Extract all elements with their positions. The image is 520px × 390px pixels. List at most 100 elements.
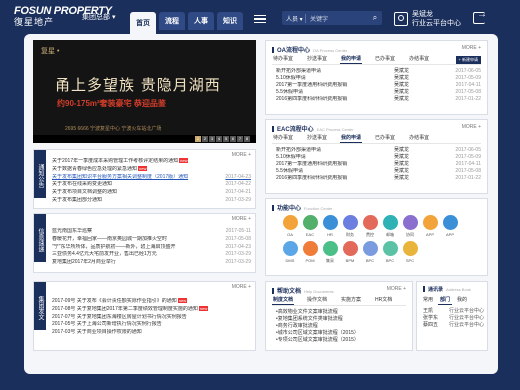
function-item[interactable]: BPC [360,241,380,264]
function-item[interactable]: 邮箱 [380,215,400,238]
function-icon [402,215,418,230]
tab-done[interactable]: 已办事宜 [374,55,396,64]
list-item[interactable]: • 专项公司区域文案审批流程（2015） [276,337,406,344]
list-item[interactable]: 关于发布项目文档调整的通知 2017-04-21 [52,189,251,197]
function-item[interactable]: 协同 [400,215,420,238]
function-item[interactable]: SPC [400,241,420,264]
tab-closed[interactable]: 办结事宜 [408,134,430,143]
table-row[interactable]: 5.5休假申请 吴斌龙 2017-05-08 [276,89,481,96]
function-item[interactable]: 费控 [360,215,380,238]
banner-carousel[interactable]: 复星 • 甬上多望族 贵隐月湖西 约90-175m²奢装豪宅 恭迎品鉴 2695… [33,40,256,143]
contact-item[interactable]: 张学东 行业云平台中心 [423,315,485,322]
search-input[interactable]: 关键字 [306,14,368,23]
main-nav: 首页 流程 人事 知识 [130,12,243,34]
list-item[interactable]: "宁"东华所所体，品质护航初——新外，碧上海启顶盛开 2017-04-23 [52,244,251,252]
list-item[interactable]: • 高效物业文件文案审批流程 [276,309,406,316]
user-avatar-icon [394,12,408,26]
new-request-button[interactable]: + 新建申请 [455,56,481,64]
banner-page-dot[interactable]: 3 [209,136,215,142]
banner-page-dot[interactable]: 2 [202,136,208,142]
list-item[interactable]: 2017-07号 关于复地集团东海楼区房屋计划书行情况实例报告 [52,314,251,322]
list-item[interactable]: 蓝光南国东华巡察 2017-05-11 [52,228,251,236]
tab-cc[interactable]: 抄送事宜 [306,55,328,64]
function-item[interactable]: BPM [340,241,360,264]
list-item[interactable]: 复地集团2017年2月商业举行 2017-03-29 [52,259,251,267]
function-label: BPC [365,258,375,263]
banner-page-dot[interactable]: 5 [223,136,229,142]
list-item[interactable]: 2017-09号 关于发布《会计责任额实际作业指引》的通知 new [52,298,251,306]
tab-mine[interactable]: 我的 [455,295,469,305]
user-info[interactable]: 吴斌龙 行业云平台中心 [394,10,461,28]
function-item[interactable]: APP [440,215,460,238]
list-item[interactable]: 2017-03号 关于商业项目操作权限的通知 [52,329,251,337]
table-row[interactable]: 新开拓外部渠道申请 吴斌龙 2017-06-05 [276,68,481,75]
tab-operation-docs[interactable]: 操作文档 [306,296,328,305]
table-row[interactable]: 5.10休假申请 吴斌龙 2017-05-09 [276,75,481,82]
tab-department[interactable]: 部门 [438,295,453,305]
list-item[interactable]: 关于数据青春绿色应急处理的紧急通知 new [52,165,251,174]
list-item[interactable]: 关于发布集团知识平台服务方案相关调整制度（2017版）通知 2017-04-23 [52,174,251,182]
nav-tab-process[interactable]: 流程 [159,12,185,30]
tab-hr-docs[interactable]: HR文档 [374,296,393,305]
circulars-more-link[interactable]: MORE + [232,284,251,290]
circulars-tab[interactable]: 集团发文 [34,282,46,330]
tab-frequent[interactable]: 常用 [421,295,435,305]
list-item[interactable]: • 城市公司区域文案审批流程（2015） [276,330,406,337]
table-row[interactable]: 2017第一季度通用科研费用报销 吴斌龙 2017-04-11 [276,161,481,168]
hamburger-menu-icon[interactable] [254,15,266,23]
group-selector[interactable]: 集团总部 ▾ [82,12,115,22]
tab-done[interactable]: 已办事宜 [374,134,396,143]
notices-tab[interactable]: 通知公告 [34,150,46,198]
table-row[interactable]: 5.10休假申请 吴斌龙 2017-05-09 [276,154,481,161]
contact-item[interactable]: 蔡四五 行业云平台中心 [423,322,485,329]
search-icon[interactable]: ⌕ [368,13,382,23]
nav-tab-hr[interactable]: 人事 [188,12,214,30]
function-item[interactable]: OA [280,215,300,238]
nav-tab-home[interactable]: 首页 [130,12,156,34]
banner-page-dot[interactable]: 8 [244,136,250,142]
function-item[interactable]: 财务 [340,215,360,238]
banner-page-dot[interactable]: 4 [216,136,222,142]
list-item[interactable]: 关于发布集团部分通知 2017-03-29 [52,197,251,205]
list-item[interactable]: • 复地集团系统文件类审批流程 [276,316,406,323]
table-row[interactable]: 2016第四季度科研科研费用报销 吴斌龙 2017-01-22 [276,175,481,182]
info-more-link[interactable]: MORE + [232,216,251,222]
table-row[interactable]: 新开拓外部渠道申请 吴斌龙 2017-06-05 [276,147,481,154]
function-item[interactable]: APP [420,215,440,238]
tab-todo[interactable]: 待办事宜 [272,134,294,143]
tab-todo[interactable]: 待办事宜 [272,55,294,64]
list-item[interactable]: 关于2017年一季度成本采购管理工作考核评定结果的通知 new [52,158,251,166]
function-item[interactable]: 集采 [320,241,340,264]
list-item[interactable]: 三亚债务4.4亿元大宅前发开业，售出已经1万元 2017-03-29 [52,251,251,259]
function-item[interactable]: BPC [380,241,400,264]
list-item[interactable]: 关于发布在线采购变更通知 2017-04-22 [52,181,251,189]
function-item[interactable]: HR [320,215,340,238]
function-item[interactable]: POM [300,241,320,264]
tab-policy-docs[interactable]: 制度文档 [272,296,295,305]
nav-tab-knowledge[interactable]: 知识 [217,12,243,30]
list-item[interactable]: 2017-08号 关于复地集团2017年第二季度绩效管理制度实施的通知 new [52,305,251,314]
banner-page-dot[interactable]: 6 [230,136,236,142]
logout-icon[interactable] [473,9,487,24]
tab-closed[interactable]: 办结事宜 [408,55,430,64]
banner-page-dot[interactable]: 1 [195,136,201,142]
tab-my-requests[interactable]: 我的申请 [340,134,363,143]
table-row[interactable]: 2017第一季度通用科研费用报销 吴斌龙 2017-04-11 [276,82,481,89]
function-item[interactable]: EAC [300,215,320,238]
oa-more-link[interactable]: MORE + [462,45,481,51]
list-item[interactable]: 2017-05号 关于上海公司新增执行情况实例行报告 [52,321,251,329]
help-more-link[interactable]: MORE + [387,286,406,292]
info-tab[interactable]: 信息速递 [34,214,46,262]
tab-my-requests[interactable]: 我的申请 [340,55,363,64]
contact-item[interactable]: 王凯 行业云平台中心 [423,308,485,315]
eac-more-link[interactable]: MORE + [462,124,481,130]
list-item[interactable]: • 商务行政审批流程 [276,323,406,330]
table-row[interactable]: 2016第四季度科研科研费用报销 吴斌龙 2017-01-22 [276,96,481,103]
banner-page-dot[interactable]: 7 [237,136,243,142]
list-item[interactable]: 春暖花开，幸福回家——南京奥园城一期加推火空时 2017-05-08 [52,236,251,244]
tab-cc[interactable]: 抄送事宜 [306,134,328,143]
tab-implementation[interactable]: 实施方案 [340,296,362,305]
search-scope-select[interactable]: 人员 ▾ [282,13,306,23]
table-row[interactable]: 5.5休假申请 吴斌龙 2017-05-08 [276,168,481,175]
function-item[interactable]: DMS [280,241,300,264]
